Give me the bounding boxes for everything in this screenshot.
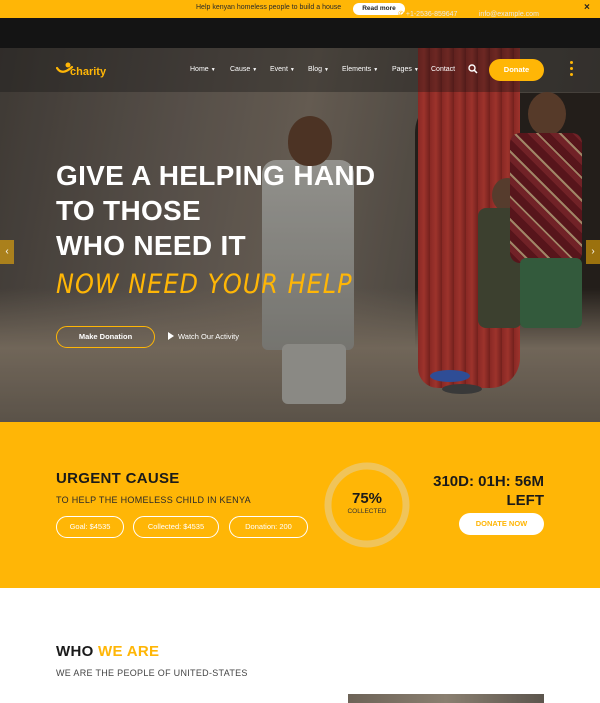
linkedin-icon[interactable]: in: [82, 10, 88, 17]
who-we-are-subtitle: WE ARE THE PEOPLE OF UNITED-STATES: [56, 668, 248, 678]
hero-subtitle: NOW NEED YOUR HELP: [56, 268, 353, 300]
nav-event[interactable]: Event ▼: [270, 66, 295, 73]
countdown-time: 310D: 01H: 56M: [433, 473, 544, 490]
top-bar: [0, 18, 600, 48]
search-icon[interactable]: [468, 64, 478, 74]
make-donation-button[interactable]: Make Donation: [56, 326, 155, 348]
nav-label: Event: [270, 66, 288, 73]
countdown-left: LEFT: [506, 492, 545, 509]
about-image: [348, 694, 544, 703]
logo-text: charity: [70, 66, 107, 78]
chevron-down-icon: ▼: [324, 67, 329, 73]
hero-title-line: TO THOSE: [56, 195, 202, 226]
countdown: 310D: 01H: 56M LEFT: [420, 472, 544, 510]
watch-activity-link[interactable]: Watch Our Activity: [168, 332, 239, 341]
phone-icon: ✆: [398, 11, 404, 18]
slider-next-arrow[interactable]: ›: [586, 240, 600, 264]
slider-prev-arrow[interactable]: ‹: [0, 240, 14, 264]
chevron-down-icon: ▼: [289, 67, 295, 73]
donate-now-button[interactable]: DONATE NOW: [459, 513, 544, 535]
urgent-cause-subtitle: TO HELP THE HOMELESS CHILD IN KENYA: [56, 495, 251, 505]
nav-cause[interactable]: Cause ▼: [230, 66, 257, 73]
nav-blog[interactable]: Blog ▼: [308, 66, 329, 73]
hero-title-line: WHO NEED IT: [56, 230, 246, 261]
announcement-text: Help kenyan homeless people to build a h…: [196, 4, 342, 11]
nav-label: Contact: [431, 66, 456, 73]
phone-contact[interactable]: ✆ +1-2536-859647: [398, 10, 457, 18]
progress-caption: COLLECTED: [347, 508, 387, 515]
close-icon[interactable]: ×: [584, 2, 590, 13]
nav-home[interactable]: Home ▼: [190, 66, 216, 73]
hero-title: GIVE A HELPING HAND TO THOSE WHO NEED IT: [56, 158, 416, 263]
donation-pill: Donation: 200: [229, 516, 308, 538]
nav-contact[interactable]: Contact: [431, 66, 455, 73]
nav-elements[interactable]: Elements ▼: [342, 66, 378, 73]
youtube-icon[interactable]: ▶: [114, 11, 119, 18]
progress-percent: 75%: [351, 490, 383, 507]
nav-label: Cause: [230, 66, 251, 73]
who-we-are-title: WHO WE ARE: [56, 643, 159, 660]
chevron-down-icon: ▼: [210, 67, 216, 73]
who-title-highlight: WE ARE: [98, 643, 160, 660]
donate-button[interactable]: Donate: [489, 59, 544, 81]
urgent-cause-title: URGENT CAUSE: [56, 470, 180, 487]
envelope-icon: ✉: [471, 11, 477, 18]
nav-label: Pages: [392, 66, 412, 73]
twitter-icon[interactable]: t: [69, 10, 71, 17]
facebook-icon[interactable]: f: [57, 10, 59, 17]
logo[interactable]: charity: [56, 60, 116, 84]
nav-label: Elements: [342, 66, 372, 73]
email-contact[interactable]: ✉ info@example.com: [471, 10, 539, 18]
chevron-down-icon: ▼: [373, 67, 379, 73]
phone-number: +1-2536-859647: [405, 11, 458, 18]
chevron-down-icon: ▼: [413, 67, 419, 73]
google-plus-icon[interactable]: G+: [97, 10, 107, 17]
email-address: info@example.com: [478, 11, 539, 18]
hero-title-line: GIVE A HELPING HAND: [56, 160, 376, 191]
goal-pill: Goal: $4535: [56, 516, 124, 538]
nav-label: Home: [190, 66, 209, 73]
nav-pages[interactable]: Pages ▼: [392, 66, 419, 73]
watch-activity-label: Watch Our Activity: [178, 332, 239, 341]
play-icon: [168, 332, 174, 340]
more-menu-icon[interactable]: [570, 61, 574, 79]
nav-label: Blog: [308, 66, 323, 73]
chevron-down-icon: ▼: [252, 67, 258, 73]
collected-pill: Collected: $4535: [133, 516, 219, 538]
who-title-part: WHO: [56, 643, 94, 660]
